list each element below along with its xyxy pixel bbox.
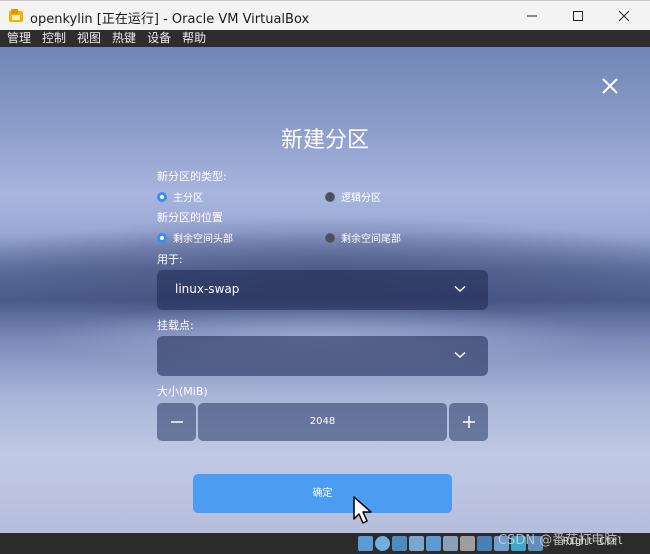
confirm-button[interactable]: 确定 xyxy=(193,474,452,513)
usb-icon[interactable] xyxy=(426,536,441,551)
radio-free-space-end[interactable]: 剩余空间尾部 xyxy=(325,230,401,245)
radio-selected-icon xyxy=(157,191,167,202)
radio-label: 逻辑分区 xyxy=(341,193,381,204)
virtualbox-app-icon xyxy=(9,9,23,22)
network-icon[interactable] xyxy=(409,536,424,551)
vm-display[interactable]: 新建分区 新分区的类型: 主分区 逻辑分区 新分区的位置 剩余空间头部 剩余空间… xyxy=(0,47,650,533)
hard-disk-icon[interactable] xyxy=(358,536,373,551)
size-label: 大小(MiB) xyxy=(157,385,208,398)
radio-free-space-start[interactable]: 剩余空间头部 xyxy=(157,230,233,245)
dialog-close-icon[interactable] xyxy=(600,76,620,96)
close-icon xyxy=(619,11,629,21)
watermark: CSDN @番茄打电脑 xyxy=(498,533,618,548)
audio-icon[interactable] xyxy=(392,536,407,551)
size-input[interactable]: 2048 xyxy=(198,403,447,441)
mount-point-select[interactable] xyxy=(157,336,488,376)
use-as-label: 用于: xyxy=(157,253,183,266)
radio-unselected-icon xyxy=(325,191,335,202)
size-decrement-button[interactable] xyxy=(157,403,196,441)
radio-unselected-icon xyxy=(325,232,335,243)
radio-label: 剩余空间尾部 xyxy=(341,234,401,245)
dialog-title: 新建分区 xyxy=(280,128,369,153)
filesystem-select[interactable]: linux-swap xyxy=(157,270,488,310)
menu-hotkey[interactable]: 热键 xyxy=(108,30,140,47)
maximize-icon xyxy=(573,11,583,21)
optical-drive-icon[interactable] xyxy=(375,536,390,551)
mount-point-label: 挂载点: xyxy=(157,319,194,332)
menu-devices[interactable]: 设备 xyxy=(143,30,175,47)
menu-control[interactable]: 控制 xyxy=(38,30,70,47)
partition-position-label: 新分区的位置 xyxy=(157,211,223,224)
menu-manage[interactable]: 管理 xyxy=(3,30,35,47)
minimize-icon xyxy=(527,15,537,17)
radio-primary-partition[interactable]: 主分区 xyxy=(157,189,203,204)
plus-icon xyxy=(462,416,475,428)
minimize-button[interactable] xyxy=(509,1,555,31)
shared-folder-icon[interactable] xyxy=(443,536,458,551)
window-close-button[interactable] xyxy=(601,1,647,31)
menubar: 管理 控制 视图 热键 设备 帮助 xyxy=(0,30,650,47)
chevron-down-icon xyxy=(454,351,466,358)
display-icon[interactable] xyxy=(460,536,475,551)
filesystem-value: linux-swap xyxy=(175,282,240,296)
menu-help[interactable]: 帮助 xyxy=(178,30,210,47)
window-title: openkylin [正在运行] - Oracle VM VirtualBox xyxy=(30,12,310,27)
minus-icon xyxy=(170,421,183,423)
maximize-button[interactable] xyxy=(555,1,601,31)
menu-view[interactable]: 视图 xyxy=(73,30,105,47)
partition-type-label: 新分区的类型: xyxy=(157,170,227,183)
radio-label: 主分区 xyxy=(173,193,203,204)
chevron-down-icon xyxy=(454,285,466,292)
window-titlebar[interactable]: openkylin [正在运行] - Oracle VM VirtualBox xyxy=(0,0,650,30)
radio-label: 剩余空间头部 xyxy=(173,234,233,245)
radio-logical-partition[interactable]: 逻辑分区 xyxy=(325,189,381,204)
recording-icon[interactable] xyxy=(477,536,492,551)
radio-selected-icon xyxy=(157,232,167,243)
size-increment-button[interactable] xyxy=(449,403,488,441)
mouse-cursor-icon xyxy=(353,496,372,524)
